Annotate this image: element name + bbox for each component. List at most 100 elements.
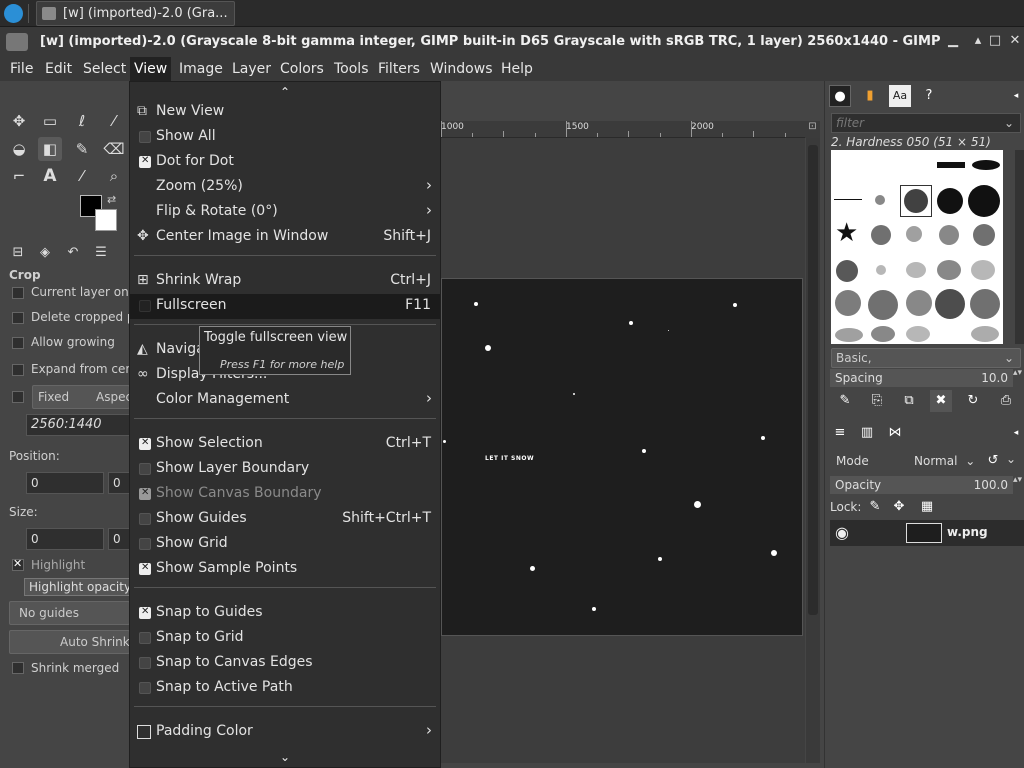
highlight-opacity-slider[interactable]: Highlight opacity — [24, 578, 130, 596]
brush-preview[interactable] — [871, 326, 895, 342]
zoom-tool-icon[interactable]: ⌕ — [102, 164, 126, 188]
dock-menu-icon[interactable]: ◂ — [1010, 85, 1022, 107]
size-height-field[interactable]: 0 — [108, 528, 130, 550]
brush-preview[interactable] — [868, 290, 898, 320]
background-color-swatch[interactable] — [95, 209, 117, 231]
open-brush-as-image-icon[interactable]: ⎙ — [995, 390, 1017, 412]
brush-preview[interactable] — [835, 290, 861, 316]
undo-history-tab-icon[interactable]: ↶ — [61, 242, 85, 264]
view-show-sample-points[interactable]: Show Sample Points — [130, 557, 440, 582]
star-brush-icon[interactable]: ★ — [835, 220, 858, 246]
brush-preview[interactable] — [906, 262, 926, 278]
auto-shrink-button[interactable]: Auto Shrink — [9, 630, 130, 654]
menu-view[interactable]: View — [130, 57, 172, 81]
size-width-field[interactable]: 0 — [26, 528, 104, 550]
vertical-scrollbar-thumb[interactable] — [808, 145, 818, 615]
rect-select-tool-icon[interactable]: ▭ — [38, 109, 62, 133]
images-tab-icon[interactable]: ☰ — [89, 242, 113, 264]
menu-help[interactable]: Help — [497, 57, 537, 81]
zoom-image-toggle-icon[interactable]: ⊡ — [805, 121, 820, 138]
view-show-layer-boundary[interactable]: Show Layer Boundary — [130, 457, 440, 482]
edit-brush-icon[interactable]: ✎ — [834, 390, 856, 412]
lock-pixels-icon[interactable]: ✎ — [864, 496, 886, 518]
taskbar-gimp-task[interactable]: [w] (imported)-2.0 (Gra... — [36, 1, 235, 26]
mode-switch-icon[interactable]: ↺ — [982, 450, 1004, 472]
menu-file[interactable]: File — [6, 57, 37, 81]
brush-preset-dropdown[interactable]: Basic, ⌄ — [831, 348, 1021, 368]
minimize-icon[interactable]: ▁ — [945, 33, 961, 49]
view-dot-for-dot[interactable]: Dot for Dot — [130, 150, 440, 175]
layer-row-w-png[interactable]: ◉ w.png — [830, 520, 1024, 546]
path-tool-icon[interactable]: ⌐ — [7, 164, 31, 188]
lasso-tool-icon[interactable]: ℓ — [70, 109, 94, 133]
aspect-ratio-field[interactable]: 2560:1440 — [26, 414, 130, 436]
move-tool-icon[interactable]: ✥ — [7, 109, 31, 133]
menu-windows[interactable]: Windows — [426, 57, 497, 81]
guides-dropdown[interactable]: No guides — [9, 601, 130, 625]
menu-colors[interactable]: Colors — [276, 57, 328, 81]
shrink-merged-checkbox[interactable] — [12, 662, 24, 674]
image-canvas[interactable]: LET IT SNOW — [441, 278, 803, 636]
keep-above-icon[interactable]: ▴ — [970, 33, 986, 49]
view-center-image[interactable]: ✥ Center Image in Window Shift+J — [130, 225, 440, 250]
maximize-icon[interactable]: □ — [987, 33, 1003, 49]
menu-tools[interactable]: Tools — [330, 57, 373, 81]
color-picker-tool-icon[interactable]: ⁄ — [70, 164, 94, 188]
brush-preview[interactable] — [973, 224, 995, 246]
brush-preview[interactable] — [937, 188, 963, 214]
mode-dropdown[interactable]: Normal ⌄ — [914, 454, 975, 468]
brush-preview[interactable] — [971, 260, 995, 280]
view-show-guides[interactable]: Show Guides Shift+Ctrl+T — [130, 507, 440, 532]
horizontal-ruler[interactable]: 1000 1500 2000 — [441, 121, 805, 138]
opacity-spin-icon[interactable]: ▴▾ — [1013, 476, 1023, 485]
swap-colors-icon[interactable]: ⇄ — [107, 193, 116, 206]
paintbrush-tool-icon[interactable]: ✎ — [70, 137, 94, 161]
current-layer-only-checkbox[interactable] — [12, 287, 24, 299]
refresh-brushes-icon[interactable]: ↻ — [962, 390, 984, 412]
position-y-field[interactable]: 0 — [108, 472, 130, 494]
brush-preview[interactable] — [937, 162, 965, 168]
layer-thumbnail[interactable] — [906, 523, 942, 543]
new-brush-icon[interactable]: ⎘ — [866, 390, 888, 412]
fixed-checkbox[interactable] — [12, 391, 24, 403]
brush-grid[interactable]: ★ — [831, 150, 1003, 344]
paths-tab-icon[interactable]: ⋈ — [884, 422, 906, 444]
expand-from-center-checkbox[interactable] — [12, 364, 24, 376]
view-fullscreen[interactable]: Fullscreen F11 — [130, 294, 440, 319]
brush-preview[interactable] — [939, 225, 959, 245]
lock-position-icon[interactable]: ✥ — [888, 496, 910, 518]
brush-preview[interactable] — [871, 225, 891, 245]
tool-options-tab-icon[interactable]: ⊟ — [6, 242, 30, 264]
brushes-tab-icon[interactable]: ● — [829, 85, 851, 107]
allow-growing-checkbox[interactable] — [12, 337, 24, 349]
patterns-tab-icon[interactable]: ▮ — [859, 85, 881, 107]
brush-preview[interactable] — [968, 185, 1000, 217]
layers-dock-menu-icon[interactable]: ◂ — [1010, 422, 1022, 444]
brush-filter-input[interactable]: filter ⌄ — [831, 113, 1021, 133]
spacing-spin-icon[interactable]: ▴▾ — [1013, 369, 1023, 378]
lock-alpha-icon[interactable]: ▦ — [916, 496, 938, 518]
fuzzy-select-tool-icon[interactable]: ⁄ — [102, 109, 126, 133]
channels-tab-icon[interactable]: ▥ — [856, 422, 878, 444]
view-snap-to-active-path[interactable]: Snap to Active Path — [130, 676, 440, 701]
delete-brush-icon[interactable]: ✖ — [930, 390, 952, 412]
view-show-selection[interactable]: Show Selection Ctrl+T — [130, 432, 440, 457]
highlight-checkbox[interactable] — [12, 557, 24, 571]
text-tool-icon[interactable]: A — [38, 164, 62, 188]
brush-preview[interactable] — [970, 289, 1000, 319]
brush-preview[interactable] — [834, 199, 862, 200]
brush-preview[interactable] — [906, 326, 930, 342]
menu-edit[interactable]: Edit — [41, 57, 76, 81]
menu-select[interactable]: Select — [79, 57, 130, 81]
duplicate-brush-icon[interactable]: ⧉ — [898, 390, 920, 412]
view-snap-to-guides[interactable]: Snap to Guides — [130, 601, 440, 626]
brush-preview[interactable] — [876, 265, 886, 275]
brush-preview[interactable] — [906, 226, 922, 242]
close-icon[interactable]: ✕ — [1007, 33, 1023, 49]
view-zoom[interactable]: Zoom (25%) › — [130, 175, 440, 200]
brush-preview[interactable] — [836, 260, 858, 282]
delete-cropped-checkbox[interactable] — [12, 312, 24, 324]
help-tab-icon[interactable]: ? — [918, 85, 940, 107]
system-menu-icon[interactable] — [4, 4, 23, 23]
brush-preview[interactable] — [937, 260, 961, 280]
